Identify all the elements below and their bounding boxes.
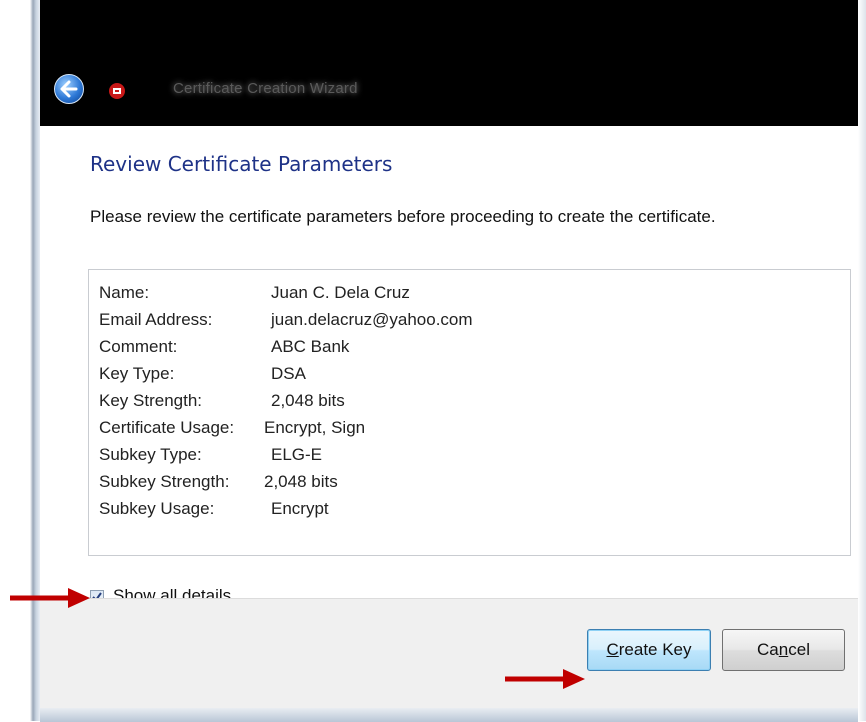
mnemonic-letter: C	[606, 640, 619, 659]
param-label: Subkey Type:	[99, 445, 202, 464]
param-label: Key Type:	[99, 364, 175, 383]
page-title: Review Certificate Parameters	[90, 152, 393, 176]
param-value: Juan C. Dela Cruz	[271, 283, 410, 302]
param-value: Encrypt	[271, 499, 329, 518]
wizard-content: Review Certificate Parameters Please rev…	[40, 126, 858, 605]
param-value: Encrypt, Sign	[264, 418, 366, 437]
wizard-window: Certificate Creation Wizard Review Certi…	[40, 0, 866, 722]
param-label: Name:	[99, 283, 150, 302]
window-title: Certificate Creation Wizard	[173, 80, 358, 97]
param-value: juan.delacruz@yahoo.com	[271, 310, 473, 329]
title-bar: Certificate Creation Wizard	[40, 0, 858, 126]
param-value: DSA	[271, 364, 306, 383]
param-label: Subkey Strength:	[99, 472, 230, 491]
window-frame-left	[0, 0, 40, 721]
param-value: ELG-E	[271, 445, 323, 464]
mnemonic-letter: n	[778, 640, 789, 659]
param-value: 2,048 bits	[264, 472, 338, 491]
window-bottom-edge	[40, 708, 858, 722]
param-label: Subkey Usage:	[99, 499, 215, 518]
param-label: Comment:	[99, 337, 178, 356]
window-frame-right	[858, 0, 866, 721]
back-button[interactable]	[54, 74, 84, 104]
certificate-app-icon	[108, 82, 126, 100]
red-arrow-icon	[505, 669, 585, 689]
param-value: 2,048 bits	[271, 391, 345, 410]
back-arrow-icon	[60, 80, 78, 98]
cancel-button[interactable]: Cancel	[722, 629, 845, 671]
button-label: Ca	[757, 640, 779, 659]
param-label: Key Strength:	[99, 391, 203, 410]
instructions-text: Please review the certificate parameters…	[90, 207, 716, 226]
red-arrow-icon	[10, 588, 90, 608]
param-label: Certificate Usage:	[99, 418, 235, 437]
button-label: reate Key	[618, 640, 692, 659]
parameters-summary: Name: Juan C. Dela Cruz Email Address: j…	[88, 269, 851, 556]
param-value: ABC Bank	[271, 337, 350, 356]
create-key-button[interactable]: Create Key	[587, 629, 711, 671]
param-label: Email Address:	[99, 310, 213, 329]
button-label: cel	[788, 640, 810, 659]
